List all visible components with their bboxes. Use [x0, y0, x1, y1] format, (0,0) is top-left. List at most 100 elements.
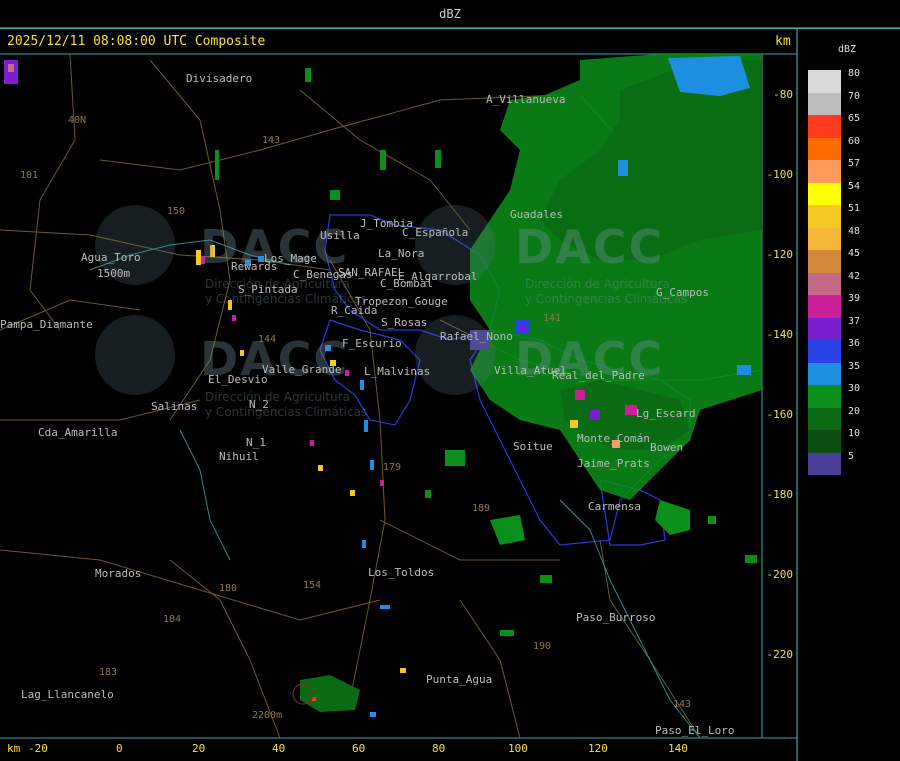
legend-value: 65 [848, 113, 861, 124]
legend-row: 35 [808, 361, 860, 385]
y-tick: -160 [766, 408, 794, 421]
legend-row: 51 [808, 203, 860, 228]
route-label: 101 [20, 170, 39, 181]
y-tick: -120 [766, 248, 794, 261]
timestamp-label: 2025/12/11 08:08:00 UTC Composite [7, 34, 266, 49]
place-label: Salinas [151, 400, 198, 413]
route-label: 144 [258, 334, 277, 345]
legend-swatch [808, 430, 841, 453]
x-tick: 20 [192, 742, 206, 755]
legend-swatch [808, 137, 841, 160]
legend-row: 80 [808, 68, 860, 93]
legend-row: 10 [808, 428, 860, 453]
legend-row: 20 [808, 406, 860, 430]
x-tick: -20 [28, 742, 48, 755]
x-tick: 0 [116, 742, 123, 755]
legend-row: 37 [808, 316, 860, 340]
legend-value: 60 [848, 135, 861, 147]
legend-swatch [808, 295, 841, 318]
legend-swatch [808, 115, 841, 138]
place-label: F_Escurio [342, 337, 402, 350]
legend-swatch [808, 182, 841, 205]
route-label: 154 [303, 580, 322, 591]
place-label: N_2 [249, 398, 269, 411]
legend-row: 45 [808, 248, 860, 273]
legend-value: 30 [848, 383, 861, 394]
legend-row: 42 [808, 271, 860, 295]
legend-value: 70 [848, 90, 861, 102]
legend-row: 5 [808, 451, 854, 475]
route-label: 40N [68, 115, 87, 126]
place-label: S_Pintada [238, 283, 298, 296]
route-label: 143 [673, 699, 692, 710]
place-label: Bowen [650, 441, 684, 454]
legend-value: 37 [848, 315, 861, 327]
route-label: 183 [99, 667, 118, 678]
place-label: Rafael_Nono [440, 330, 513, 343]
place-label: Jaime_Prats [577, 457, 650, 470]
place-label: La_Nora [378, 247, 425, 260]
legend-row: 70 [808, 91, 860, 115]
legend-swatch [808, 340, 841, 363]
place-label: J_Tombia [360, 217, 413, 230]
x-tick: 80 [432, 742, 446, 755]
route-label: 190 [533, 641, 552, 652]
legend-swatch [808, 317, 841, 340]
place-label: Lg_Escard [636, 407, 696, 420]
place-label: Usilla [320, 229, 360, 242]
place-label: Punta_Agua [426, 673, 493, 686]
watermark-brand: DACC [515, 220, 665, 274]
x-tick: 140 [668, 742, 688, 755]
legend-row: 60 [808, 136, 860, 160]
place-label: Carmensa [588, 500, 641, 513]
place-label: G_Campos [656, 286, 709, 299]
place-label: Agua_Toro [81, 251, 141, 264]
legend-row: 57 [808, 158, 860, 183]
y-tick: -140 [766, 328, 794, 341]
legend-title: dBZ [838, 44, 857, 55]
place-label: Nihuil [219, 450, 259, 463]
place-label: Soitue [513, 440, 553, 453]
legend-row: 65 [808, 113, 860, 138]
place-label: Valle_Grande [262, 363, 342, 376]
place-label: Villa_Atuel [494, 364, 567, 377]
route-label: 189 [472, 503, 491, 514]
y-tick: -180 [766, 488, 794, 501]
legend-swatch [808, 227, 841, 250]
map-canvas [0, 27, 900, 761]
place-label: Paso_El_Loro [655, 724, 735, 737]
legend-swatch [808, 452, 841, 475]
legend-row: 48 [808, 226, 860, 250]
place-label: Pampa_Diamante [0, 318, 93, 331]
legend-value: 20 [848, 405, 861, 417]
place-label: A_Villanueva [486, 93, 566, 106]
place-label: R_Caida [331, 304, 378, 317]
km-unit-top: km [775, 34, 791, 49]
place-label: Paso_Burroso [576, 611, 656, 624]
place-label: Guadales [510, 208, 563, 221]
route-label: 141 [543, 313, 562, 324]
watermark-line1: Dirección de Agricultura [525, 277, 670, 291]
legend-row: 36 [808, 338, 860, 363]
route-label: 184 [163, 614, 182, 625]
legend-swatch [808, 205, 841, 228]
place-label: Divisadero [186, 72, 253, 85]
legend-value: 36 [848, 338, 861, 349]
legend-value: 57 [848, 158, 861, 169]
y-tick: -200 [766, 568, 794, 581]
legend-value: 80 [848, 68, 861, 79]
legend-swatch [808, 272, 841, 295]
y-tick: -80 [773, 88, 793, 101]
legend-row: 54 [808, 181, 860, 205]
legend-value: 51 [848, 203, 861, 214]
legend-swatch [808, 92, 841, 115]
place-label: E_Algarrobal [398, 270, 478, 283]
legend-row: 39 [808, 293, 860, 318]
place-label: C_Benegas [293, 268, 353, 281]
watermark-line2: y Contingencias Climáticas [205, 405, 368, 419]
place-label: 2200m [252, 710, 283, 721]
x-tick: 40 [272, 742, 286, 755]
y-tick: -220 [766, 648, 794, 661]
place-label: Lag_Llancanelo [21, 688, 114, 701]
place-label: Monte_Comán [577, 432, 650, 445]
